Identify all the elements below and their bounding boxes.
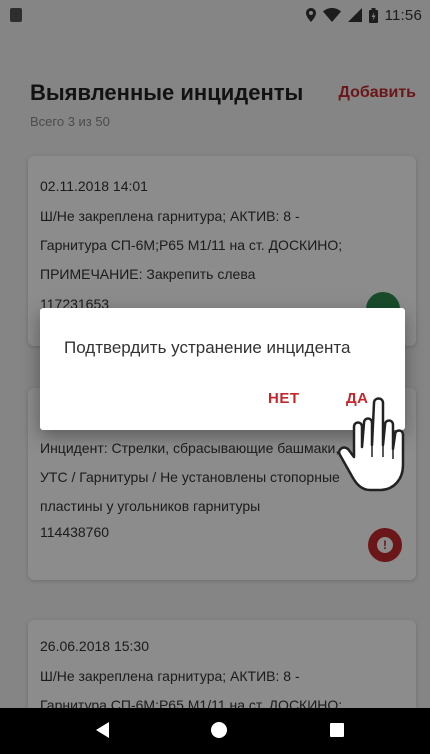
hand-pointer-icon	[338, 397, 405, 492]
app-screen: 11:56 Выявленные инциденты Добавить Всег…	[0, 0, 430, 754]
home-icon[interactable]	[211, 722, 227, 738]
recents-icon[interactable]	[330, 723, 344, 737]
back-icon[interactable]	[96, 722, 109, 738]
navigation-bar	[0, 708, 430, 754]
no-button[interactable]: НЕТ	[268, 390, 300, 407]
dialog-message: Подтвердить устранение инцидента	[64, 338, 351, 357]
